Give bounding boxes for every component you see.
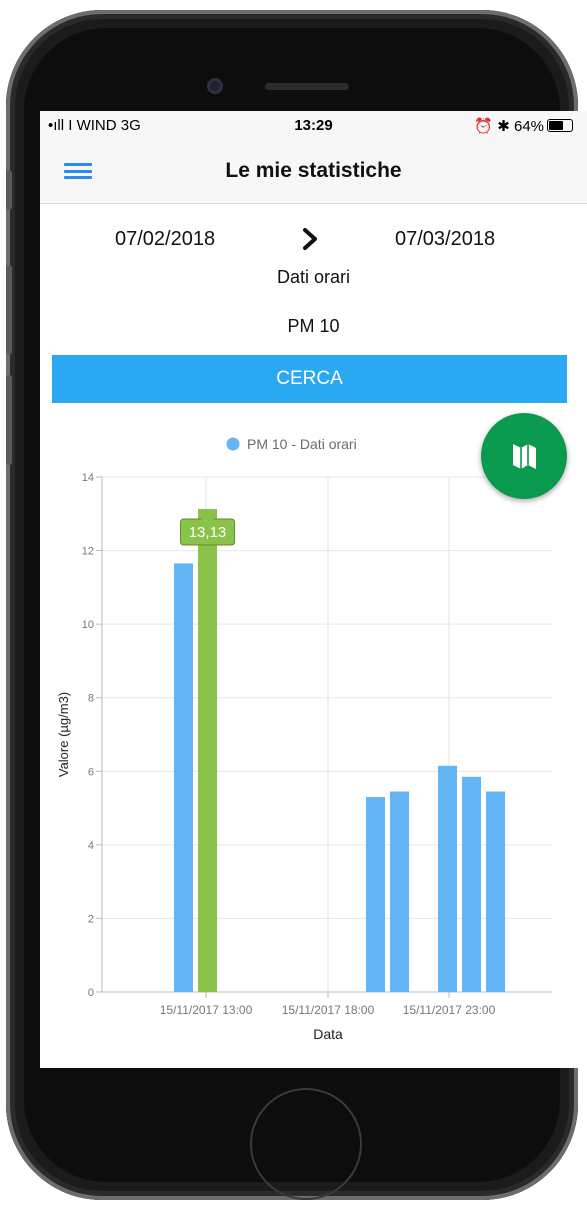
x-tick-label: 15/11/2017 18:00 [282, 1003, 375, 1017]
battery-icon [547, 119, 573, 132]
chart-bar [366, 797, 385, 992]
y-tick-label: 14 [82, 472, 94, 484]
chart-bar [438, 765, 457, 992]
y-tick-label: 4 [88, 840, 94, 852]
app-header: Le mie statistiche [40, 141, 587, 204]
legend-marker [226, 437, 240, 451]
y-axis-label: Valore (µg/m3) [56, 692, 71, 777]
chart-bar [198, 509, 217, 992]
date-from-field[interactable]: 07/02/2018 [115, 228, 215, 251]
granularity-selector[interactable]: Dati orari [40, 267, 587, 288]
mute-switch [6, 170, 12, 210]
y-tick-label: 6 [88, 766, 94, 778]
volume-up-button [6, 265, 12, 355]
chart-bar [174, 563, 193, 992]
chart-bar [486, 791, 505, 992]
bar-chart: PM 10 - Dati orari 0 2 4 6 8 10 12 14 15/11/2017 … [56, 436, 552, 1042]
chart-bar [462, 776, 481, 992]
legend-label: PM 10 - Dati orari [247, 436, 357, 452]
y-tick-label: 8 [88, 693, 94, 705]
page-title: Le mie statistiche [225, 159, 402, 182]
pollutant-selector[interactable]: PM 10 [40, 316, 587, 337]
tooltip-value: 13,13 [189, 524, 227, 541]
front-camera [207, 78, 223, 94]
chevron-right-icon [303, 228, 317, 250]
map-button[interactable] [481, 413, 567, 499]
status-right-text: ⏰ ✱ 64% [474, 118, 544, 135]
date-to-field[interactable]: 07/03/2018 [395, 228, 495, 251]
x-tick-label: 15/11/2017 23:00 [403, 1003, 496, 1017]
map-icon [513, 444, 536, 469]
status-indicators: ⏰ ✱ 64% [474, 117, 573, 135]
home-button[interactable] [250, 1088, 362, 1200]
y-tick-label: 12 [82, 546, 94, 558]
status-bar: •ıll I WIND 3G 13:29 ⏰ ✱ 64% [40, 111, 587, 141]
search-button[interactable]: CERCA [52, 355, 567, 403]
y-tick-label: 10 [82, 619, 94, 631]
x-tick-label: 15/11/2017 13:00 [160, 1003, 253, 1017]
earpiece-speaker [265, 83, 349, 90]
app-screen: •ıll I WIND 3G 13:29 ⏰ ✱ 64% Le mie stat… [40, 111, 587, 1068]
volume-down-button [6, 375, 12, 465]
x-axis-label: Data [313, 1026, 343, 1042]
chart-bar [390, 791, 409, 992]
y-tick-label: 0 [88, 987, 94, 999]
y-tick-label: 2 [88, 913, 94, 925]
